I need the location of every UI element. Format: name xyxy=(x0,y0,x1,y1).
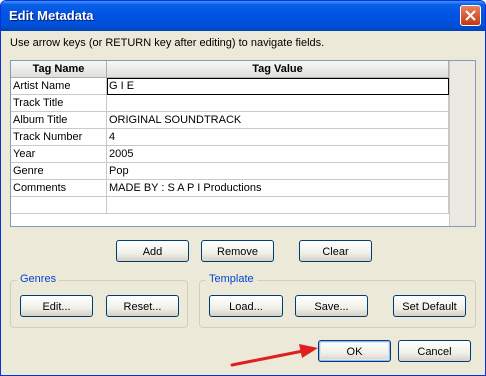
tag-name-cell[interactable]: Comments xyxy=(11,180,107,197)
tag-value-cell[interactable] xyxy=(107,197,449,214)
tag-name-cell[interactable]: Track Title xyxy=(11,95,107,112)
table-header: Tag Name Tag Value xyxy=(11,61,449,78)
tag-name-cell[interactable]: Year xyxy=(11,146,107,163)
template-load-button[interactable]: Load... xyxy=(209,295,283,317)
table-row[interactable]: Track Number 4 xyxy=(11,129,449,146)
vertical-scrollbar[interactable] xyxy=(449,61,475,226)
column-header-tag-name[interactable]: Tag Name xyxy=(11,61,107,78)
tag-name-cell[interactable]: Track Number xyxy=(11,129,107,146)
template-group-label: Template xyxy=(206,273,257,285)
tag-name-cell[interactable]: Album Title xyxy=(11,112,107,129)
window-title: Edit Metadata xyxy=(9,8,94,23)
tag-value-cell[interactable] xyxy=(107,95,449,112)
table-empty-area xyxy=(11,214,449,226)
title-bar[interactable]: Edit Metadata xyxy=(1,1,485,31)
tag-value-cell[interactable]: Pop xyxy=(107,163,449,180)
tag-value-cell[interactable]: G I E xyxy=(107,78,449,95)
close-button[interactable] xyxy=(460,5,481,26)
remove-button[interactable]: Remove xyxy=(201,240,274,262)
table-row[interactable]: Track Title xyxy=(11,95,449,112)
tag-name-cell[interactable] xyxy=(11,197,107,214)
tag-value-cell[interactable]: 4 xyxy=(107,129,449,146)
tag-value-cell[interactable]: ORIGINAL SOUNDTRACK xyxy=(107,112,449,129)
add-button[interactable]: Add xyxy=(116,240,189,262)
genres-edit-button[interactable]: Edit... xyxy=(20,295,93,317)
tag-name-cell[interactable]: Genre xyxy=(11,163,107,180)
table-row[interactable]: Year 2005 xyxy=(11,146,449,163)
clear-button[interactable]: Clear xyxy=(299,240,372,262)
empty-table-row[interactable] xyxy=(11,197,449,214)
instructions-text: Use arrow keys (or RETURN key after edit… xyxy=(10,37,325,49)
ok-button[interactable]: OK xyxy=(318,340,391,362)
genres-group-label: Genres xyxy=(17,273,60,285)
table-row[interactable]: Comments MADE BY : S A P I Productions xyxy=(11,180,449,197)
close-icon xyxy=(465,10,476,21)
template-save-button[interactable]: Save... xyxy=(295,295,368,317)
tag-name-cell[interactable]: Artist Name xyxy=(11,78,107,95)
cancel-button[interactable]: Cancel xyxy=(398,340,471,362)
edit-metadata-dialog: Edit Metadata Use arrow keys (or RETURN … xyxy=(0,0,486,376)
table-row[interactable]: Album Title ORIGINAL SOUNDTRACK xyxy=(11,112,449,129)
genres-reset-button[interactable]: Reset... xyxy=(106,295,179,317)
tag-value-cell[interactable]: 2005 xyxy=(107,146,449,163)
metadata-table: Tag Name Tag Value Artist Name G I E Tra… xyxy=(10,60,476,227)
tag-value-cell[interactable]: MADE BY : S A P I Productions xyxy=(107,180,449,197)
table-body: Artist Name G I E Track Title Album Titl… xyxy=(11,78,449,226)
column-header-tag-value[interactable]: Tag Value xyxy=(107,61,449,78)
table-row[interactable]: Genre Pop xyxy=(11,163,449,180)
red-arrow-annotation xyxy=(230,344,318,367)
set-default-button[interactable]: Set Default xyxy=(393,295,466,317)
table-row[interactable]: Artist Name G I E xyxy=(11,78,449,95)
